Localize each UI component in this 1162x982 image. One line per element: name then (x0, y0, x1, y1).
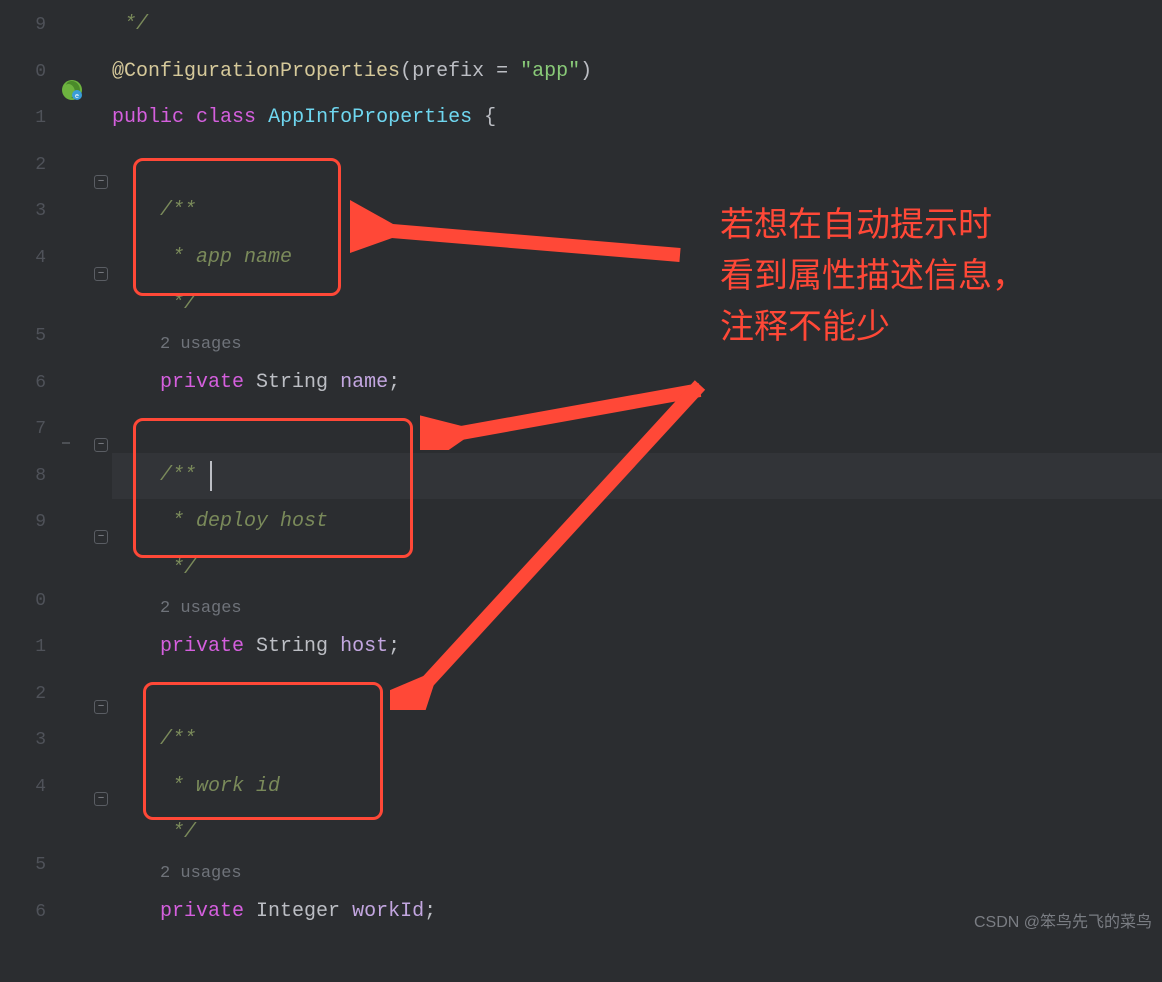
line-number: 9 (0, 2, 46, 49)
line-number: 1 (0, 624, 46, 671)
watermark-text: CSDN @笨鸟先飞的菜鸟 (974, 908, 1152, 932)
line-number: 9 (0, 499, 46, 546)
line-number: 3 (0, 717, 46, 764)
usages-hint[interactable]: 2 usages (112, 857, 1162, 889)
code-line[interactable]: private String host; (112, 624, 1162, 671)
line-number: 2 (0, 142, 46, 189)
line-number: 5 (0, 313, 46, 360)
code-line[interactable]: * work id (112, 764, 1162, 811)
code-line[interactable] (112, 406, 1162, 453)
line-number (0, 546, 46, 578)
fold-toggle-icon[interactable]: − (94, 700, 108, 714)
line-number: 4 (0, 764, 46, 811)
line-number: 0 (0, 578, 46, 625)
field-name: host (340, 635, 388, 658)
line-number: 4 (0, 235, 46, 282)
fold-toggle-icon[interactable]: − (94, 530, 108, 544)
fold-toggle-icon[interactable]: − (94, 175, 108, 189)
code-line[interactable]: public class AppInfoProperties { (112, 95, 1162, 142)
code-editor[interactable]: 9 0 1 2 3 4 5 6 7 8 9 0 1 2 3 4 5 6 e ⎯ … (0, 0, 1162, 938)
line-number: 0 (0, 49, 46, 96)
line-number (0, 281, 46, 313)
usages-hint[interactable]: 2 usages (112, 592, 1162, 624)
text-caret (210, 461, 212, 491)
fold-toggle-icon[interactable]: − (94, 267, 108, 281)
code-line-current[interactable]: /** (112, 453, 1162, 500)
code-line[interactable]: */ (112, 810, 1162, 857)
line-number: 5 (0, 842, 46, 889)
line-number-gutter: 9 0 1 2 3 4 5 6 7 8 9 0 1 2 3 4 5 6 (0, 0, 56, 938)
code-line[interactable] (112, 935, 1162, 982)
line-number: 6 (0, 360, 46, 407)
svg-text:e: e (75, 93, 79, 101)
line-number: 2 (0, 671, 46, 718)
line-number: 1 (0, 95, 46, 142)
line-number: 3 (0, 188, 46, 235)
field-name: name (340, 371, 388, 394)
annotation: @ConfigurationProperties (112, 60, 400, 83)
line-number: 6 (0, 889, 46, 936)
gutter-icon-column: e ⎯ (56, 0, 92, 938)
fold-toggle-icon[interactable]: − (94, 438, 108, 452)
line-number: 8 (0, 453, 46, 500)
annotation-text: 若想在自动提示时 看到属性描述信息， 注释不能少 (720, 200, 1026, 353)
javadoc-close: */ (124, 13, 148, 36)
class-name: AppInfoProperties (268, 106, 472, 129)
fold-column: − − − − − − (92, 0, 112, 938)
line-number: 7 (0, 406, 46, 453)
code-line[interactable]: @ConfigurationProperties(prefix = "app") (112, 49, 1162, 96)
code-line[interactable] (112, 142, 1162, 189)
code-line[interactable]: * deploy host (112, 499, 1162, 546)
line-number (0, 810, 46, 842)
fold-toggle-icon[interactable]: − (94, 792, 108, 806)
spring-bean-icon[interactable]: e (60, 78, 84, 102)
code-line[interactable]: private String name; (112, 360, 1162, 407)
code-line[interactable]: */ (112, 2, 1162, 49)
breakpoint-indicator-icon[interactable]: ⎯ (62, 434, 70, 452)
code-line[interactable] (112, 671, 1162, 718)
code-line[interactable]: /** (112, 717, 1162, 764)
field-name: workId (352, 900, 424, 923)
code-line[interactable]: */ (112, 546, 1162, 593)
code-content[interactable]: */ @ConfigurationProperties(prefix = "ap… (112, 0, 1162, 938)
